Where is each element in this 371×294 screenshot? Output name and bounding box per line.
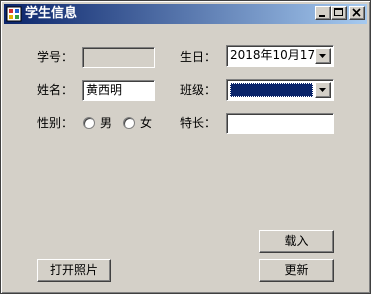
birthday-value: 2018年10月17日	[230, 48, 328, 62]
app-icon	[6, 6, 22, 22]
open-photo-button[interactable]: 打开照片	[37, 259, 111, 282]
name-field[interactable]: 黄西明	[82, 80, 155, 101]
title-bar[interactable]: 学生信息	[4, 4, 367, 24]
chevron-down-icon	[319, 54, 326, 58]
name-label: 姓名：	[37, 83, 74, 97]
class-select[interactable]	[226, 79, 334, 101]
update-button[interactable]: 更新	[259, 259, 334, 282]
gender-female-label[interactable]: 女	[140, 116, 152, 130]
student-info-window: 学生信息 学号： 生日： 2018年10月17日 姓名： 黄西明 班级： 性别：…	[0, 0, 371, 294]
specialty-field[interactable]	[226, 113, 334, 134]
gender-label: 性别：	[37, 116, 74, 130]
minimize-icon	[319, 15, 325, 17]
class-dropdown-button[interactable]	[315, 82, 331, 98]
minimize-button[interactable]	[315, 6, 331, 20]
gender-male-label[interactable]: 男	[100, 116, 112, 130]
birthday-label: 生日：	[180, 50, 217, 64]
student-id-label: 学号：	[37, 50, 74, 64]
close-button[interactable]	[349, 6, 365, 20]
gender-male-radio[interactable]	[83, 117, 95, 129]
birthday-picker[interactable]: 2018年10月17日	[226, 45, 334, 67]
specialty-label: 特长：	[180, 116, 217, 130]
close-icon	[352, 8, 361, 17]
maximize-button[interactable]	[331, 6, 347, 20]
chevron-down-icon	[319, 88, 326, 92]
maximize-icon	[334, 8, 343, 16]
student-id-field[interactable]	[82, 47, 155, 68]
load-button[interactable]: 载入	[259, 230, 334, 253]
gender-female-radio[interactable]	[123, 117, 135, 129]
class-selected-value	[230, 83, 313, 97]
class-label: 班级：	[180, 83, 217, 97]
window-title: 学生信息	[25, 6, 78, 21]
birthday-dropdown-button[interactable]	[315, 48, 331, 64]
